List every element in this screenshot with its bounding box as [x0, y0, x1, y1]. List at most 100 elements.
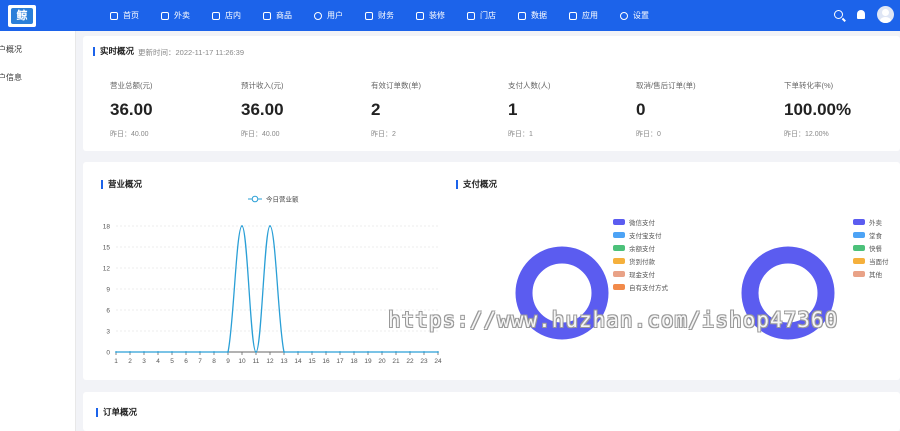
legend-item[interactable]: 支付宝支付: [613, 228, 668, 241]
legend-label: 现金支付: [629, 271, 655, 279]
payment-title: 支付概况: [456, 180, 497, 189]
legend-label: 快餐: [869, 245, 882, 253]
stat-expected-income: 预计收入(元) 36.00 昨日：40.00: [241, 80, 361, 139]
x-tick-label: 24: [434, 358, 442, 365]
stat-yesterday: 昨日：40.00: [110, 131, 149, 138]
legend-swatch: [613, 257, 625, 264]
x-tick-label: 18: [350, 358, 358, 365]
orders-card: [83, 392, 900, 431]
gear-icon: [620, 11, 628, 20]
stat-value: 36.00: [110, 100, 153, 119]
legend-marker: [251, 195, 259, 203]
nav-item-2[interactable]: 店内: [212, 0, 241, 31]
nav-item-6[interactable]: 装修: [416, 0, 445, 31]
legend-swatch: [613, 270, 625, 277]
nav-item-3[interactable]: 商品: [263, 0, 292, 31]
stat-total-revenue: 营业总额(元) 36.00 昨日：40.00: [110, 80, 230, 139]
stat-conversion-rate: 下单转化率(%) 100.00% 昨日：12.00%: [784, 80, 900, 139]
x-tick-label: 1: [114, 358, 118, 365]
y-tick-label: 15: [103, 245, 111, 252]
legend-label: 余额支付: [629, 245, 655, 253]
legend-label: 货到付款: [629, 258, 655, 266]
nav-item-4[interactable]: 用户: [314, 0, 343, 31]
stat-value: 100.00%: [784, 100, 852, 119]
legend-swatch: [853, 218, 865, 225]
x-tick-label: 20: [378, 358, 386, 365]
search-icon[interactable]: [834, 10, 843, 19]
data-point: [311, 351, 313, 353]
nav-item-0[interactable]: 首页: [110, 0, 139, 31]
legend-item[interactable]: 其他: [853, 267, 889, 280]
nav-label: 设置: [633, 11, 649, 20]
nav-label: 店内: [225, 11, 241, 20]
x-tick-label: 11: [253, 358, 260, 365]
legend-label: 其他: [869, 271, 882, 279]
nav-item-7[interactable]: 门店: [467, 0, 496, 31]
sidebar-item-overview[interactable]: 户概况: [0, 44, 22, 55]
app-logo[interactable]: 鲸: [8, 5, 36, 27]
nav-item-8[interactable]: 数据: [518, 0, 547, 31]
stat-label: 下单转化率(%): [784, 81, 834, 90]
nav-item-10[interactable]: 设置: [620, 0, 649, 31]
legend-item[interactable]: 自有支付方式: [613, 280, 668, 293]
legend-label: 自有支付方式: [629, 284, 668, 292]
x-tick-label: 10: [238, 358, 246, 365]
stat-value: 0: [636, 100, 646, 119]
legend-item[interactable]: 现金支付: [613, 267, 668, 280]
data-point: [423, 351, 425, 353]
business-title: 营业概况: [101, 180, 142, 189]
nav-label: 门店: [480, 11, 496, 20]
stat-yesterday: 昨日：0: [636, 131, 661, 138]
nav-item-1[interactable]: 外卖: [161, 0, 190, 31]
legend-label: 外卖: [869, 219, 882, 227]
stat-valid-orders: 有效订单数(单) 2 昨日：2: [371, 80, 491, 139]
legend-item[interactable]: 堂食: [853, 228, 889, 241]
avatar[interactable]: [877, 6, 894, 23]
y-tick-label: 3: [106, 329, 110, 336]
x-tick-label: 16: [322, 358, 330, 365]
y-tick-label: 18: [103, 224, 111, 231]
data-point: [227, 351, 229, 353]
legend-item[interactable]: 余额支付: [613, 241, 668, 254]
data-point: [213, 351, 215, 353]
update-time: 更新时间：2022-11-17 11:26:39: [138, 48, 245, 57]
x-tick-label: 5: [170, 358, 174, 365]
y-tick-label: 9: [106, 287, 110, 294]
data-point: [381, 351, 383, 353]
x-tick-label: 13: [280, 358, 288, 365]
home-icon: [110, 11, 118, 20]
stat-value: 1: [508, 100, 518, 119]
nav-item-5[interactable]: 财务: [365, 0, 394, 31]
y-tick-label: 6: [106, 308, 110, 315]
legend-item[interactable]: 快餐: [853, 241, 889, 254]
legend-item[interactable]: 当面付: [853, 254, 889, 267]
nav-label: 外卖: [174, 11, 190, 20]
data-point: [353, 351, 355, 353]
x-tick-label: 12: [266, 358, 274, 365]
orders-title: 订单概况: [96, 408, 137, 417]
x-tick-label: 2: [128, 358, 132, 365]
legend-item[interactable]: 微信支付: [613, 215, 668, 228]
stat-yesterday: 昨日：2: [371, 131, 396, 138]
data-point: [409, 351, 411, 353]
nav-item-9[interactable]: 应用: [569, 0, 598, 31]
payment-method-legend: 微信支付支付宝支付余额支付货到付款现金支付自有支付方式: [613, 215, 668, 293]
x-tick-label: 14: [294, 358, 302, 365]
sidebar-item-info[interactable]: 户信息: [0, 72, 22, 83]
x-tick-label: 19: [364, 358, 372, 365]
legend-label: 支付宝支付: [629, 232, 662, 240]
legend-swatch: [853, 257, 865, 264]
nav-label: 数据: [531, 11, 547, 20]
app-icon: [569, 11, 577, 20]
order-type-legend: 外卖 堂食快餐当面付其他: [853, 215, 889, 280]
legend-item[interactable]: 货到付款: [613, 254, 668, 267]
nav-label: 商品: [276, 11, 292, 20]
nav-label: 装修: [429, 11, 445, 20]
nav-label: 财务: [378, 11, 394, 20]
legend-item[interactable]: 外卖: [853, 215, 889, 228]
top-right-tools: [834, 6, 894, 23]
decorate-icon: [416, 11, 424, 20]
logo-mark: 鲸: [11, 8, 33, 24]
bell-icon[interactable]: [857, 10, 865, 19]
legend-label: 当面付: [869, 258, 889, 266]
